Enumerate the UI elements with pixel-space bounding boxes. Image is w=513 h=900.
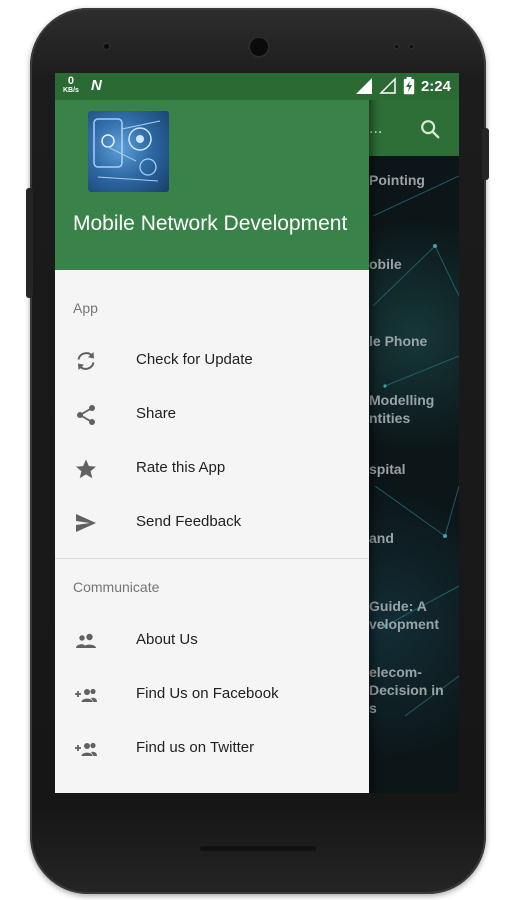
list-item[interactable]: Pointing: [369, 171, 425, 189]
share-icon: [74, 403, 98, 427]
network-speed-unit: KB/s: [63, 87, 79, 94]
list-item[interactable]: Decision in: [369, 681, 444, 699]
status-bar: 0 KB/s N 2:24: [55, 73, 459, 100]
add-group-icon: [74, 683, 98, 707]
people-icon: [74, 629, 98, 653]
list-item[interactable]: and: [369, 529, 394, 547]
drawer-header: Mobile Network Development: [55, 100, 369, 270]
app-title: Mobile Network Development: [73, 212, 348, 235]
menu-item-find-us-on-twitter[interactable]: Find us on Twitter: [55, 722, 369, 776]
menu-item-label: Find us on Twitter: [136, 739, 255, 756]
list-item[interactable]: le Phone: [369, 332, 427, 350]
menu-item-label: Share: [136, 405, 177, 422]
signal-outline-icon: [379, 77, 396, 94]
menu-item-share[interactable]: Share: [55, 388, 369, 442]
toolbar-overflow-text: ...: [369, 120, 383, 137]
list-item[interactable]: ntities: [369, 409, 410, 427]
section-label-app: App: [73, 300, 98, 316]
light-sensor-2: [408, 43, 415, 50]
star-icon: [74, 457, 98, 481]
menu-item-label: Find Us on Facebook: [136, 685, 279, 702]
notification-n-icon: N: [91, 77, 102, 94]
list-item[interactable]: Guide: A: [369, 597, 427, 615]
menu-item-rate-this-app[interactable]: Rate this App: [55, 442, 369, 496]
list-item[interactable]: spital: [369, 460, 406, 478]
battery-charging-icon: [403, 77, 415, 95]
section-label-communicate: Communicate: [73, 579, 160, 595]
send-icon: [74, 511, 98, 535]
front-camera: [248, 36, 270, 58]
screen: ... Pointing obile le Phone Modelling nt…: [55, 73, 459, 793]
refresh-icon: [74, 349, 98, 373]
menu-item-send-feedback[interactable]: Send Feedback: [55, 496, 369, 550]
navigation-drawer: Mobile Network Development App Check for…: [55, 73, 369, 793]
search-icon[interactable]: [419, 118, 441, 145]
earpiece-speaker: [200, 846, 316, 851]
app-logo: [88, 111, 169, 192]
network-speed: 0 KB/s: [63, 75, 79, 95]
menu-item-find-us-on-facebook[interactable]: Find Us on Facebook: [55, 668, 369, 722]
section-divider: [55, 558, 369, 559]
menu-item-label: Rate this App: [136, 459, 226, 476]
proximity-sensor: [102, 42, 111, 51]
menu-item-label: Send Feedback: [136, 513, 242, 530]
list-item[interactable]: s: [369, 699, 377, 717]
volume-button: [26, 188, 33, 298]
list-item[interactable]: obile: [369, 255, 402, 273]
signal-icon: [355, 78, 372, 94]
menu-item-label: Check for Update: [136, 351, 253, 368]
menu-item-check-for-update[interactable]: Check for Update: [55, 334, 369, 388]
add-group-icon: [74, 737, 98, 761]
power-button: [482, 128, 489, 180]
list-item[interactable]: velopment: [369, 615, 439, 633]
clock: 2:24: [420, 77, 451, 95]
network-speed-value: 0: [67, 75, 75, 87]
menu-item-about-us[interactable]: About Us: [55, 614, 369, 668]
light-sensor: [393, 43, 400, 50]
menu-item-label: About Us: [136, 631, 198, 648]
list-item[interactable]: elecom-: [369, 663, 422, 681]
list-item[interactable]: Modelling: [369, 391, 434, 409]
status-icons: 2:24: [355, 77, 451, 95]
